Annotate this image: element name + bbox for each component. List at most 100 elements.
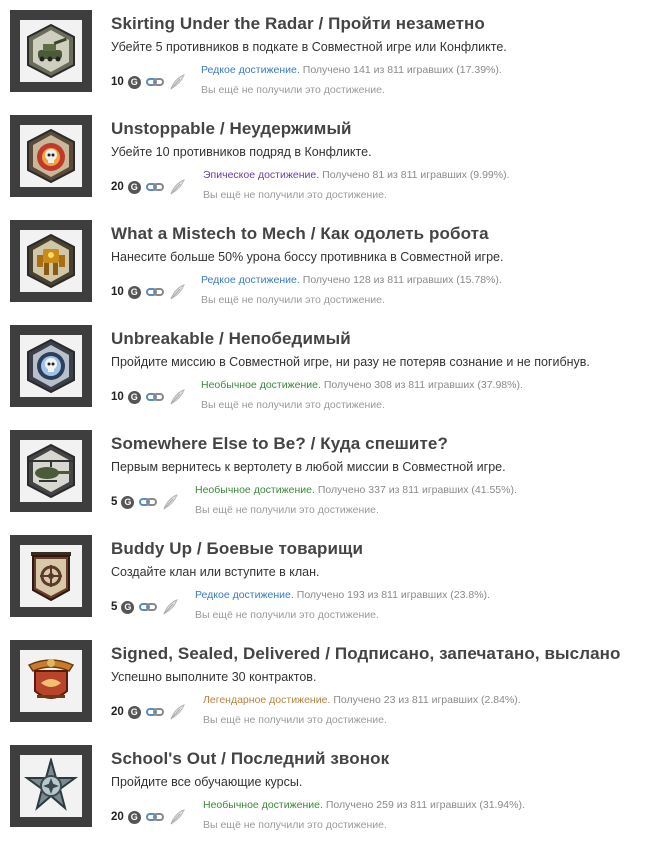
achievement-stats: Легендарное достижение. Получено 23 из 81… — [203, 694, 521, 706]
achievement-points: 10 — [111, 391, 124, 403]
unlock-stats: Получено 128 из 811 игравших (15.78%). — [302, 274, 502, 286]
rarity-label: Редкое достижение. — [201, 274, 300, 286]
feather-icon[interactable] — [169, 809, 185, 825]
gamerscore-icon: G — [127, 180, 141, 194]
achievement-meta: 10 G — [111, 284, 191, 300]
achievement-stats: Эпическое достижение. Получено 81 из 811 … — [203, 169, 510, 181]
achievement-stats: Редкое достижение. Получено 141 из 811 иг… — [201, 64, 502, 76]
rarity-label: Редкое достижение. — [201, 64, 300, 76]
link-icon[interactable] — [145, 812, 164, 822]
unlock-status: Вы ещё не получили это достижение. — [203, 819, 387, 831]
unlock-stats: Получено 308 из 811 игравших (37.98%). — [323, 379, 523, 391]
link-icon[interactable] — [139, 602, 158, 612]
skull-explosion-icon — [27, 128, 75, 184]
mech-icon — [27, 233, 75, 289]
feather-icon[interactable] — [162, 494, 179, 510]
achievement-badge — [10, 745, 92, 827]
achievement-stats: Редкое достижение. Получено 193 из 811 иг… — [195, 589, 490, 601]
unlock-status: Вы ещё не получили это достижение. — [203, 189, 387, 201]
link-icon[interactable] — [139, 497, 158, 507]
unlock-status: Вы ещё не получили это достижение. — [201, 399, 385, 411]
rarity-label: Редкое достижение. — [195, 589, 294, 601]
helicopter-icon — [27, 443, 75, 499]
achievement-description: Убейте 5 противников в подкате в Совмест… — [111, 40, 507, 54]
rarity-label: Эпическое достижение. — [203, 169, 320, 181]
achievement-title: Somewhere Else to Be? / Куда спешите? — [111, 434, 448, 453]
rarity-label: Необычное достижение. — [195, 484, 315, 496]
link-icon[interactable] — [145, 182, 164, 192]
achievement-meta: 10 G — [111, 389, 191, 405]
achievement-points: 20 — [111, 706, 124, 718]
link-icon[interactable] — [145, 707, 164, 717]
shield-skull-icon — [27, 338, 75, 394]
feather-icon[interactable] — [169, 704, 185, 720]
unlock-stats: Получено 141 из 811 игравших (17.39%). — [302, 64, 502, 76]
achievement-badge — [10, 325, 92, 407]
achievement-title: Unbreakable / Непобедимый — [111, 329, 351, 348]
achievement-meta: 20 G — [111, 179, 191, 195]
achievement-badge — [10, 535, 92, 617]
unlock-status: Вы ещё не получили это достижение. — [201, 294, 385, 306]
unlock-stats: Получено 193 из 811 игравших (23.8%). — [296, 589, 490, 601]
achievement-description: Пройдите миссию в Совместной игре, ни ра… — [111, 355, 590, 369]
link-icon[interactable] — [145, 392, 164, 402]
unlock-status: Вы ещё не получили это достижение. — [195, 504, 379, 516]
achievement-points: 5 — [111, 496, 118, 508]
gamerscore-icon: G — [121, 495, 135, 509]
achievement-row: Unstoppable / Неудержимый Убейте 10 прот… — [0, 105, 668, 210]
gamerscore-icon: G — [127, 75, 141, 89]
rarity-label: Легендарное достижение. — [203, 694, 331, 706]
feather-icon[interactable] — [169, 179, 185, 195]
achievement-meta: 20 G — [111, 704, 191, 720]
unlock-status: Вы ещё не получили это достижение. — [201, 84, 385, 96]
unlock-stats: Получено 23 из 811 игравших (2.84%). — [333, 694, 521, 706]
achievement-description: Убейте 10 противников подряд в Конфликте… — [111, 145, 372, 159]
achievement-badge — [10, 640, 92, 722]
feather-icon[interactable] — [162, 599, 179, 615]
achievement-points: 10 — [111, 76, 124, 88]
achievement-description: Пройдите все обучающие курсы. — [111, 775, 303, 789]
feather-icon[interactable] — [169, 389, 185, 405]
tank-icon — [27, 23, 75, 79]
gamerscore-icon: G — [127, 390, 141, 404]
unlock-stats: Получено 81 из 811 игравших (9.99%). — [322, 169, 510, 181]
unlock-stats: Получено 337 из 811 игравших (41.55%). — [317, 484, 517, 496]
achievement-title: Skirting Under the Radar / Пройти незаме… — [111, 14, 485, 33]
unlock-stats: Получено 259 из 811 игравших (31.94%). — [325, 799, 525, 811]
achievement-badge — [10, 220, 92, 302]
achievement-meta: 5 G — [111, 599, 184, 615]
link-icon[interactable] — [145, 77, 164, 87]
achievement-badge — [10, 115, 92, 197]
gamerscore-icon: G — [121, 600, 135, 614]
achievement-stats: Необычное достижение. Получено 308 из 811… — [201, 379, 523, 391]
achievement-row: Unbreakable / Непобедимый Пройдите мисси… — [0, 315, 668, 420]
gamerscore-icon: G — [127, 810, 141, 824]
banner-icon — [31, 552, 71, 602]
unlock-status: Вы ещё не получили это достижение. — [195, 609, 379, 621]
achievement-stats: Необычное достижение. Получено 259 из 811… — [203, 799, 525, 811]
achievement-list: Skirting Under the Radar / Пройти незаме… — [0, 0, 668, 840]
feather-icon[interactable] — [169, 74, 185, 90]
achievement-row: Signed, Sealed, Delivered / Подписано, з… — [0, 630, 668, 735]
achievement-title: Signed, Sealed, Delivered / Подписано, з… — [111, 644, 621, 663]
rarity-label: Необычное достижение. — [203, 799, 323, 811]
achievement-meta: 10 G — [111, 74, 191, 90]
achievement-row: Buddy Up / Боевые товарищи Создайте клан… — [0, 525, 668, 630]
achievement-row: Somewhere Else to Be? / Куда спешите? Пе… — [0, 420, 668, 525]
achievement-points: 10 — [111, 286, 124, 298]
medal-icon — [23, 758, 79, 811]
gamerscore-icon: G — [127, 705, 141, 719]
gamerscore-icon: G — [127, 285, 141, 299]
achievement-points: 20 — [111, 811, 124, 823]
link-icon[interactable] — [145, 287, 164, 297]
achievement-row: Skirting Under the Radar / Пройти незаме… — [0, 0, 668, 105]
achievement-stats: Необычное достижение. Получено 337 из 811… — [195, 484, 517, 496]
feather-icon[interactable] — [169, 284, 185, 300]
achievement-row: What a Mistech to Mech / Как одолеть роб… — [0, 210, 668, 315]
achievement-meta: 20 G — [111, 809, 191, 825]
achievement-stats: Редкое достижение. Получено 128 из 811 иг… — [201, 274, 502, 286]
rarity-label: Необычное достижение. — [201, 379, 321, 391]
achievement-description: Нанесите больше 50% урона боссу противни… — [111, 250, 504, 264]
achievement-row: School's Out / Последний звонок Пройдите… — [0, 735, 668, 840]
eagle-handshake-icon — [27, 659, 75, 699]
